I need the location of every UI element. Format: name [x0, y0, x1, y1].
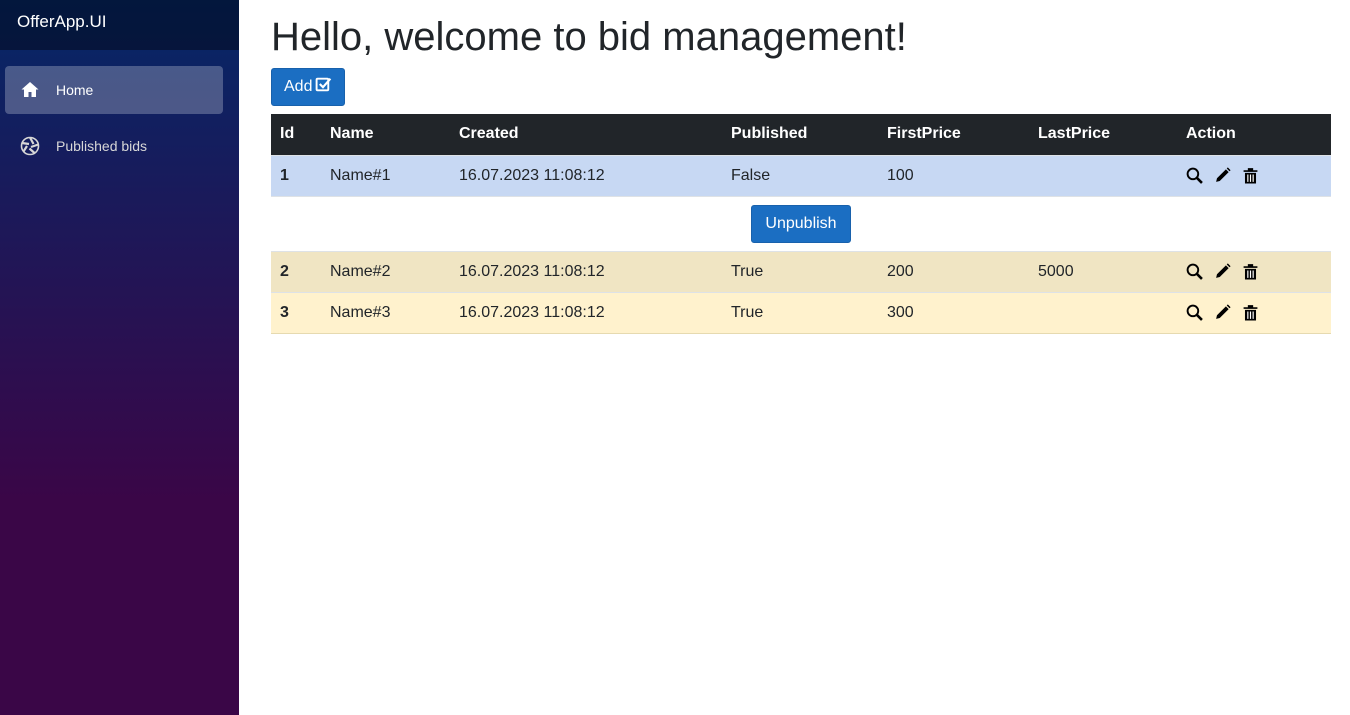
add-button[interactable]: Add — [271, 68, 346, 106]
sidebar: OfferApp.UI Home Published bids — [0, 0, 239, 715]
cell-last-price — [1029, 154, 1177, 196]
top-bar: OfferApp.UI — [0, 0, 239, 50]
cell-published: True — [722, 291, 878, 334]
cell-first-price: 300 — [878, 291, 1029, 334]
cell-last-price — [1029, 291, 1177, 334]
cell-name: Name#2 — [321, 250, 450, 292]
cell-created: 16.07.2023 11:08:12 — [450, 250, 722, 292]
cell-name: Name#1 — [321, 154, 450, 196]
cell-id: 2 — [271, 250, 321, 292]
cell-created: 16.07.2023 11:08:12 — [450, 291, 722, 334]
nav-menu: Home Published bids — [0, 50, 239, 170]
unpublish-button[interactable]: Unpublish — [751, 204, 851, 243]
cell-actions — [1177, 154, 1331, 196]
cell-id: 1 — [271, 154, 321, 196]
search-icon[interactable] — [1186, 263, 1203, 280]
row-detail-cell: Unpublish — [271, 195, 1331, 251]
cell-last-price: 5000 — [1029, 250, 1177, 292]
header-id: Id — [280, 125, 295, 143]
page-title: Hello, welcome to bid management! — [271, 15, 907, 59]
header-action: Action — [1186, 125, 1236, 143]
header-last-price: LastPrice — [1038, 125, 1111, 143]
cell-name: Name#3 — [321, 291, 450, 334]
cell-published: True — [722, 250, 878, 292]
table-row[interactable]: 3 Name#3 16.07.2023 11:08:12 True 300 — [271, 291, 1331, 334]
bids-table: Id Name Created Published FirstPrice Las… — [271, 114, 1331, 334]
nav-item-label: Home — [56, 82, 94, 98]
row-detail: Unpublish — [271, 195, 1331, 251]
cell-actions — [1177, 250, 1331, 292]
header-published: Published — [731, 125, 808, 143]
search-icon[interactable] — [1186, 304, 1203, 321]
add-button-label: Add — [284, 78, 313, 95]
search-icon[interactable] — [1186, 167, 1203, 184]
main-content: Hello, welcome to bid management! Add Id… — [271, 0, 1331, 334]
header-first-price: FirstPrice — [887, 125, 961, 143]
home-icon — [20, 80, 40, 100]
header-created: Created — [459, 125, 519, 143]
table-row[interactable]: 2 Name#2 16.07.2023 11:08:12 True 200 50… — [271, 250, 1331, 292]
aperture-icon — [20, 136, 40, 156]
cell-created: 16.07.2023 11:08:12 — [450, 154, 722, 196]
table-header-row: Id Name Created Published FirstPrice Las… — [271, 114, 1331, 155]
edit-icon[interactable] — [1214, 263, 1231, 280]
header-name: Name — [330, 125, 374, 143]
trash-icon[interactable] — [1242, 263, 1259, 280]
nav-item-home[interactable]: Home — [5, 66, 223, 114]
edit-icon[interactable] — [1214, 167, 1231, 184]
nav-item-label: Published bids — [56, 138, 148, 154]
cell-actions — [1177, 291, 1331, 334]
edit-icon[interactable] — [1214, 304, 1231, 321]
table-row[interactable]: 1 Name#1 16.07.2023 11:08:12 False 100 — [271, 154, 1331, 196]
nav-item-published-bids[interactable]: Published bids — [5, 122, 223, 170]
trash-icon[interactable] — [1242, 167, 1259, 184]
check-square-icon — [315, 76, 332, 98]
cell-published: False — [722, 154, 878, 196]
trash-icon[interactable] — [1242, 304, 1259, 321]
brand-link[interactable]: OfferApp.UI — [17, 12, 106, 32]
cell-id: 3 — [271, 291, 321, 334]
cell-first-price: 100 — [878, 154, 1029, 196]
cell-first-price: 200 — [878, 250, 1029, 292]
